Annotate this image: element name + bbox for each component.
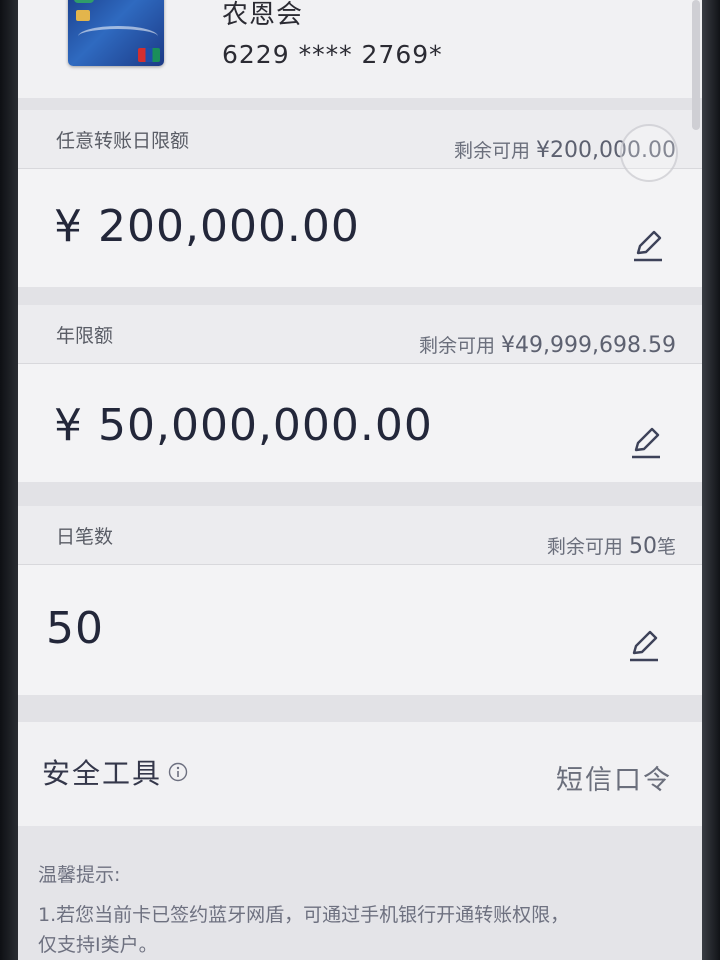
section-divider [18,695,702,722]
annual-limit-header: 年限额 剩余可用 ¥49,999,698.59 [18,305,702,364]
daily-limit-amount: ¥ 200,000.00 [54,201,360,252]
daily-count-amount: 50 [46,603,104,654]
annual-limit-label: 年限额 [56,325,114,347]
annual-limit-amount: ¥ 50,000,000.00 [54,400,433,451]
daily-count-remaining-suffix: 笔 [656,536,676,558]
daily-count-remaining-prefix: 剩余可用 [546,536,623,558]
annual-limit-remaining-value: ¥49,999,698.59 [501,333,676,358]
security-tool-row[interactable]: 安全工具 短信口令 [18,722,702,826]
daily-count-value-row[interactable]: 50 [18,565,702,695]
tips-section: 温馨提示: 1.若您当前卡已签约蓝牙网盾，可通过手机银行开通转账权限， 仅支持I… [18,826,702,960]
card-header[interactable]: 农恩会 6229 **** 2769* [18,0,702,98]
daily-count-header: 日笔数 剩余可用 50笔 [18,506,702,565]
annual-limit-remaining: 剩余可用 ¥49,999,698.59 [419,331,676,358]
pencil-icon[interactable] [626,627,662,663]
security-tool-value: 短信口令 [556,765,672,796]
bank-card-image [68,0,164,66]
pencil-icon[interactable] [630,227,666,263]
phone-screen: 农恩会 6229 **** 2769* 任意转账日限额 剩余可用 ¥200,00… [18,0,702,960]
daily-count-remaining-value: 50 [628,534,657,559]
tips-line-1: 1.若您当前卡已签约蓝牙网盾，可通过手机银行开通转账权限， [38,904,570,926]
annual-limit-remaining-prefix: 剩余可用 [418,335,495,357]
tips-title: 温馨提示: [38,864,121,886]
pencil-icon[interactable] [628,424,664,460]
card-swoosh-decoration [78,26,158,47]
bank-logo-icon [74,0,94,3]
daily-count-remaining: 剩余可用 50笔 [547,532,676,559]
daily-limit-label: 任意转账日限额 [56,130,190,152]
tips-line-2: 仅支持I类户。 [38,934,158,956]
annual-limit-value-row[interactable]: ¥ 50,000,000.00 [18,364,702,482]
floating-assist-button[interactable] [620,124,678,182]
daily-limit-value-row[interactable]: ¥ 200,000.00 [18,169,702,287]
card-holder-name: 农恩会 [222,0,304,30]
screen-left-edge [0,0,18,960]
card-chip-icon [76,10,90,21]
daily-count-label: 日笔数 [56,526,114,548]
section-divider [18,482,702,506]
card-number: 6229 **** 2769* [222,40,443,69]
scrollbar[interactable] [692,0,700,130]
security-tool-label: 安全工具 [42,757,163,790]
info-icon[interactable] [168,762,188,782]
section-divider [18,287,702,305]
unionpay-logo-icon [138,48,160,62]
daily-limit-header: 任意转账日限额 剩余可用 ¥200,000.00 [18,110,702,169]
section-divider [18,98,702,110]
screen-right-edge [702,0,720,960]
daily-limit-remaining-prefix: 剩余可用 [453,140,530,162]
